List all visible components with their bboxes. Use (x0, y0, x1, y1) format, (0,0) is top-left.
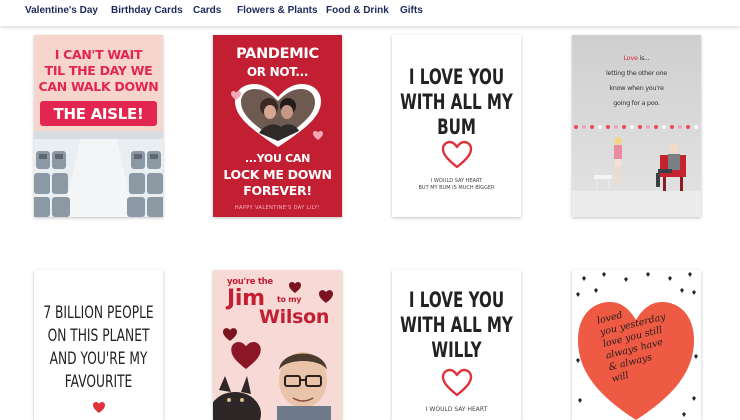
small-print-line: BUT MY BUM IS MUCH BIGGER (418, 185, 495, 191)
product-grid: I CAN'T WAIT TIL THE DAY WE CAN WALK DOW… (0, 27, 740, 420)
headline-line: I LOVE YOU (408, 65, 505, 89)
caption-line: going for a poo. (613, 99, 660, 107)
couple-photo-heart (235, 84, 321, 147)
heart-icon (289, 282, 301, 293)
category-nav: Valentine's Day Birthday Cards Cards Flo… (0, 0, 740, 26)
headline-line: TIL THE DAY WE (44, 63, 153, 78)
headline-line: LOCK ME DOWN (223, 167, 332, 182)
dolls-scene-illustration (572, 125, 701, 217)
card-the-aisle[interactable]: I CAN'T WAIT TIL THE DAY WE CAN WALK DOW… (34, 35, 163, 217)
card-small-print: I WOULD SAY HEART BUT MY BUM IS MUCH BIG… (392, 178, 521, 192)
nav-valentines-day[interactable]: Valentine's Day (25, 5, 98, 16)
headline-line: I LOVE YOU (408, 288, 505, 312)
small-print-line: I WOULD SAY HEART (425, 406, 488, 413)
card-headline-bottom: ...YOU CAN LOCK ME DOWN FOREVER! (213, 151, 342, 199)
heart-icon (93, 402, 105, 413)
card-love-is[interactable]: Love is... letting the other one know wh… (572, 35, 701, 217)
card-wilson-text: Wilson (259, 306, 330, 328)
headline-line: WILLY (431, 338, 482, 362)
love-word: Love (623, 54, 638, 62)
caption-line: know when you're (609, 84, 664, 92)
card-caption: Love is... letting the other one know wh… (578, 51, 695, 111)
heart-icon (441, 140, 473, 169)
headline-line: CAN WALK DOWN (38, 79, 159, 94)
aisle-banner-text: THE AISLE! (53, 105, 144, 123)
headline-line: FOREVER! (243, 183, 312, 198)
headline-line: ON THIS PLANET (47, 326, 150, 346)
card-all-my-bum[interactable]: I LOVE YOU WITH ALL MY BUM I WOULD SAY H… (392, 35, 521, 217)
card-headline: I LOVE YOU WITH ALL MY BUM (396, 65, 518, 140)
headline-line: 7 BILLION PEOPLE (43, 303, 154, 323)
card-headline-top: PANDEMIC OR NOT... (213, 45, 342, 81)
nav-gifts[interactable]: Gifts (400, 5, 423, 16)
caption-line: letting the other one (606, 69, 667, 77)
heart-icon (319, 290, 333, 303)
personalised-footer: HAPPY VALENTINE'S DAY LILY! (234, 205, 321, 211)
headline-line: WITH ALL MY (400, 90, 513, 114)
heart-icon (441, 368, 473, 397)
small-print-line: I WOULD SAY HEART (430, 178, 483, 184)
nav-birthday-cards[interactable]: Birthday Cards (111, 5, 183, 16)
headline-line: BUM (437, 115, 476, 139)
small-heart-icon (231, 91, 241, 100)
headline-line: ...YOU CAN (244, 152, 310, 165)
headline-line: WITH ALL MY (400, 313, 513, 337)
card-to-my-text: to my (277, 295, 302, 304)
card-small-print: I WOULD SAY HEART (392, 406, 521, 413)
card-jim-wilson[interactable]: you're the Jim to my Wilson (213, 270, 342, 420)
headline-line: OR NOT... (246, 65, 309, 79)
headline-line: FAVOURITE (64, 372, 133, 392)
nav-flowers-plants[interactable]: Flowers & Plants (237, 5, 318, 16)
nav-food-drink[interactable]: Food & Drink (326, 5, 389, 16)
card-seven-billion[interactable]: 7 BILLION PEOPLE ON THIS PLANET AND YOU'… (34, 270, 163, 420)
card-lock-me-down[interactable]: PANDEMIC OR NOT... ...YOU CAN LOCK ME DO… (213, 35, 342, 217)
card-all-my-willy[interactable]: I LOVE YOU WITH ALL MY WILLY I WOULD SAY… (392, 270, 521, 420)
card-headline: I CAN'T WAIT TIL THE DAY WE CAN WALK DOW… (34, 47, 163, 95)
card-loved-you-yesterday[interactable]: loved you yesterday love you still alway… (572, 270, 701, 420)
headline-line: I CAN'T WAIT (54, 47, 143, 62)
small-heart-icon (313, 131, 323, 140)
airplane-cabin-illustration (34, 131, 163, 217)
nav-cards[interactable]: Cards (193, 5, 221, 16)
headline-line: PANDEMIC (236, 46, 319, 62)
headline-line: AND YOU'RE MY (49, 349, 148, 369)
card-headline: I LOVE YOU WITH ALL MY WILLY (396, 288, 518, 363)
characters-illustration (213, 352, 331, 420)
is-word: is... (637, 54, 650, 62)
card-headline: 7 BILLION PEOPLE ON THIS PLANET AND YOU'… (38, 302, 160, 394)
